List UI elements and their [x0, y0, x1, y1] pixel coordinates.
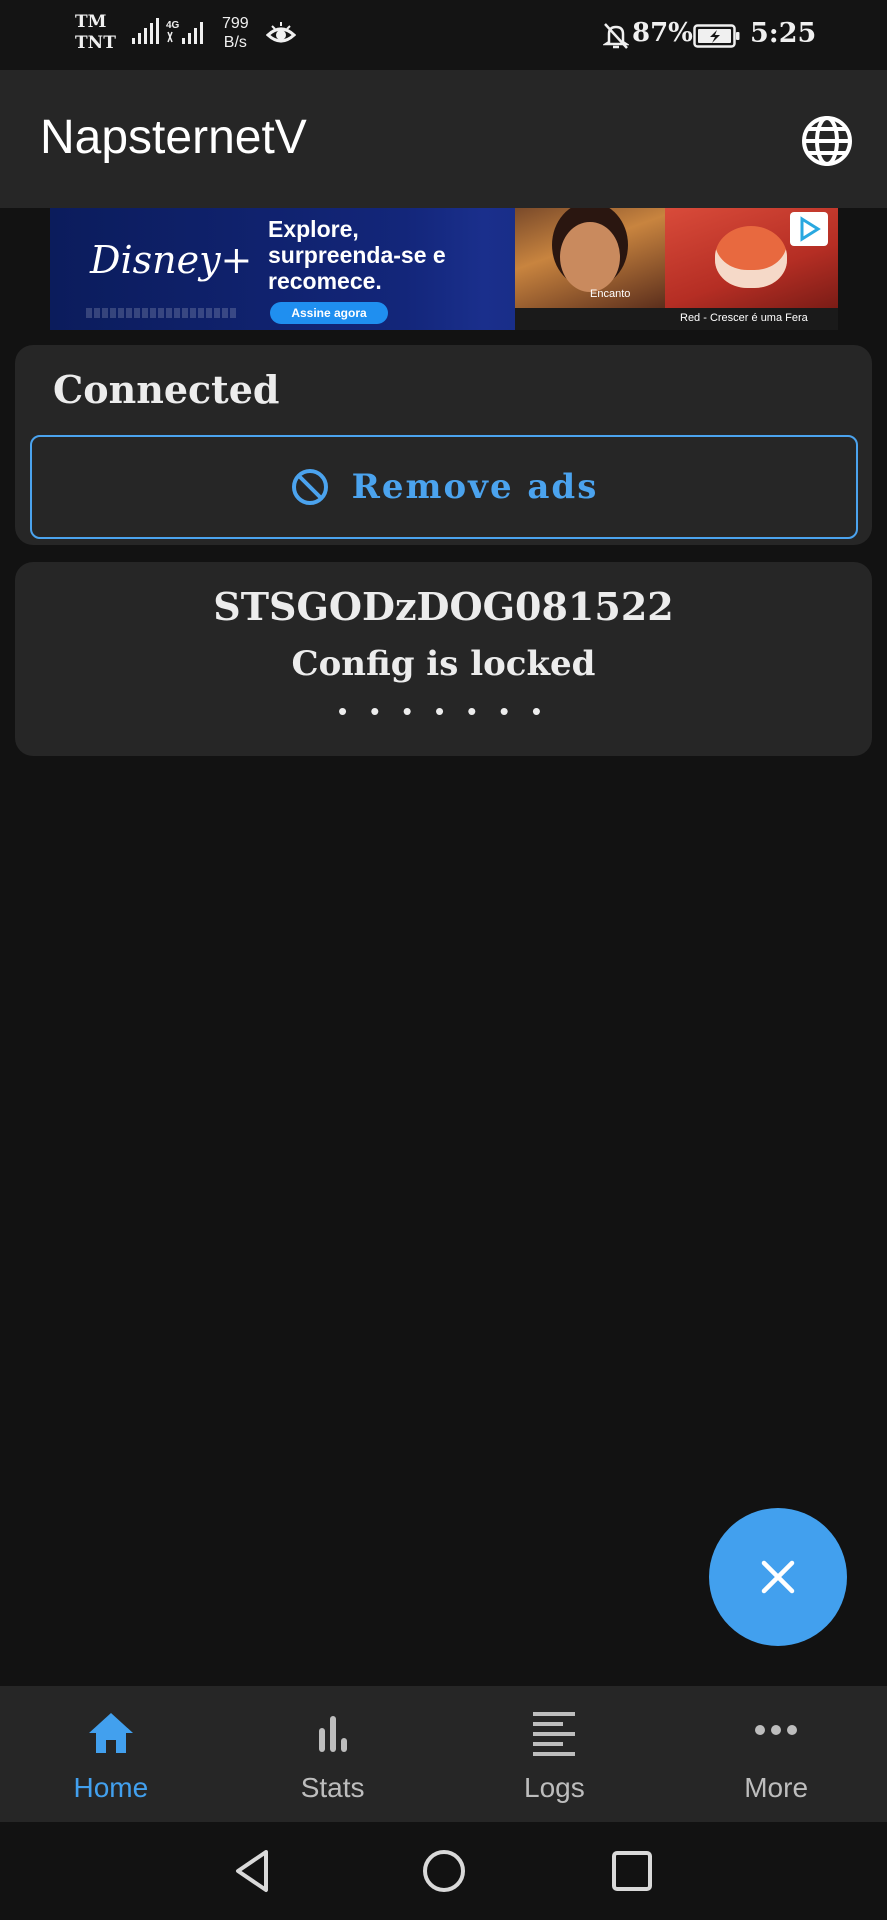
nav-item-logs[interactable]: Logs [444, 1686, 666, 1822]
signal-icon [132, 18, 159, 44]
disconnect-fab[interactable] [709, 1508, 847, 1646]
bottom-navigation: Home Stats Logs More [0, 1686, 887, 1822]
notifications-off-icon [603, 23, 629, 49]
nav-label-logs: Logs [524, 1772, 585, 1803]
svg-text:4G: 4G [166, 20, 180, 31]
block-icon [291, 469, 328, 505]
ad-fineprint [86, 308, 236, 318]
home-circle-icon[interactable] [419, 1846, 469, 1896]
status-bar: TM TNT 4G 799 B/s 87% 5:25 [0, 0, 887, 70]
config-card[interactable]: STSGODzDOG081522 Config is locked • • • … [15, 562, 872, 756]
connection-status: Connected [53, 367, 280, 412]
back-icon[interactable] [228, 1846, 278, 1896]
config-name: STSGODzDOG081522 [213, 584, 674, 629]
ad-headline-line-1: Explore, [268, 216, 359, 242]
app-bar: NapsternetV [0, 70, 887, 208]
close-icon [761, 1560, 795, 1594]
globe-icon[interactable] [800, 114, 854, 168]
carrier-1: TM [75, 12, 107, 32]
clock: 5:25 [750, 18, 817, 49]
ad-headline: Explore, surpreenda-se e recomece. [268, 216, 446, 294]
ad-cta-button[interactable]: Assine agora [270, 302, 388, 324]
app-title: NapsternetV [40, 111, 307, 164]
remove-ads-button[interactable]: Remove ads [30, 435, 858, 539]
carrier-2: TNT [75, 33, 116, 53]
nav-item-home[interactable]: Home [0, 1686, 222, 1822]
system-navigation-bar [0, 1822, 887, 1920]
net-speed: 799 B/s [222, 14, 249, 52]
signal-4g-icon: 4G [166, 20, 203, 44]
ad-brand-logo: Disney+ [90, 238, 253, 282]
ad-choices-icon[interactable] [790, 212, 828, 246]
battery-percent: 87% [632, 18, 693, 48]
list-icon [533, 1712, 576, 1756]
nav-label-more: More [744, 1772, 809, 1803]
connection-card: Connected Remove ads [15, 345, 872, 545]
ad-banner[interactable]: Disney+ Explore, surpreenda-se e recomec… [50, 208, 838, 330]
remove-ads-label: Remove ads [351, 467, 599, 507]
home-icon [88, 1713, 133, 1753]
config-lock-status: Config is locked [291, 644, 596, 684]
nav-label-home: Home [73, 1772, 149, 1803]
net-speed-unit: B/s [223, 34, 247, 51]
recents-icon[interactable] [607, 1846, 657, 1896]
ad-caption-1: Encanto [590, 288, 631, 300]
carrier-labels: TM TNT [75, 12, 116, 54]
bar-chart-icon [318, 1716, 347, 1752]
nav-item-more[interactable]: More [665, 1686, 887, 1822]
eye-icon [266, 22, 296, 43]
net-speed-value: 799 [222, 15, 249, 32]
ad-headline-line-3: recomece. [268, 268, 382, 294]
battery-charging-icon [693, 24, 740, 48]
more-horizontal-icon [755, 1725, 798, 1735]
ad-caption-2: Red - Crescer é uma Fera [680, 312, 808, 324]
nav-label-stats: Stats [300, 1772, 365, 1803]
nav-item-stats[interactable]: Stats [222, 1686, 444, 1822]
ad-headline-line-2: surpreenda-se e [268, 242, 446, 268]
config-masked-value: • • • • • • • [337, 696, 550, 726]
